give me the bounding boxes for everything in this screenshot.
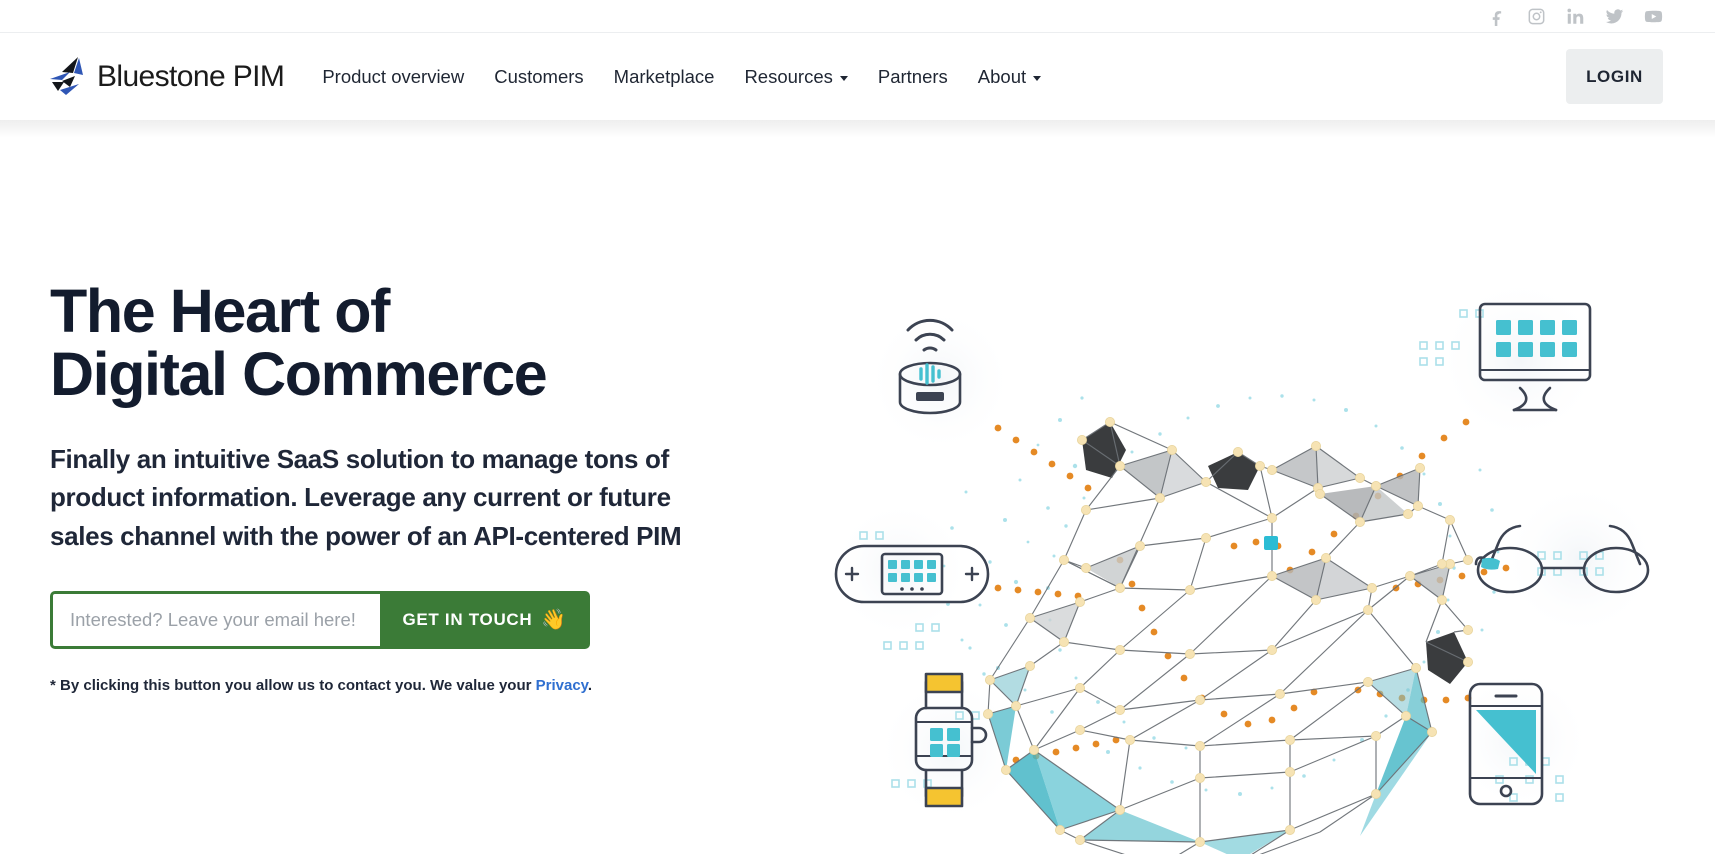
linkedin-icon[interactable] [1566,7,1585,26]
nav-label: About [977,65,1027,87]
chevron-down-icon [1033,75,1042,81]
headline-line-1: The Heart of [50,277,390,345]
social-links [1488,7,1663,26]
hero-section: The Heart of Digital Commerce Finally an… [0,120,1715,854]
nav-item-resources[interactable]: Resources [744,65,848,88]
chevron-down-icon [839,75,848,81]
hero-illustration [820,270,1660,854]
login-button[interactable]: LOGIN [1566,49,1663,104]
youtube-icon[interactable] [1644,7,1663,26]
highlighted-node [1264,536,1278,550]
nav-item-product-overview[interactable]: Product overview [322,66,464,88]
nav-item-marketplace[interactable]: Marketplace [614,66,715,88]
nav-label: Product overview [322,65,465,87]
nav-label: Customers [494,65,584,87]
nav-label: Marketplace [613,65,715,87]
hero-subheading: Finally an intuitive SaaS solution to ma… [50,443,682,551]
email-input[interactable] [53,594,381,647]
nav-label: Resources [744,65,833,87]
disclaimer-suffix: . [587,677,593,695]
nav-item-customers[interactable]: Customers [494,66,583,88]
nav-item-partners[interactable]: Partners [878,66,948,88]
privacy-link[interactable]: Privacy [536,677,588,694]
privacy-disclaimer: * By clicking this button you allow us t… [50,675,610,698]
low-poly-heart [982,416,1474,854]
instagram-icon[interactable] [1527,7,1546,26]
cta-label: GET IN TOUCH [402,610,533,630]
facebook-icon[interactable] [1488,7,1507,26]
logo-text: Bluestone PIM [97,59,285,93]
disclaimer-text: * By clicking this button you allow us t… [50,677,536,695]
bluestone-logo-icon [48,55,94,99]
nav-item-about[interactable]: About [977,65,1042,88]
top-social-bar [0,0,1715,33]
site-header: Bluestone PIM Product overview Customers… [0,33,1715,138]
hero-copy: The Heart of Digital Commerce Finally an… [0,120,790,854]
email-signup-form: GET IN TOUCH 👋 [50,591,590,650]
twitter-icon[interactable] [1605,7,1624,26]
headline-line-2: Digital Commerce [50,340,548,409]
logo[interactable]: Bluestone PIM [48,55,285,99]
main-nav: Product overview Customers Marketplace R… [322,65,1042,88]
nav-label: Partners [877,65,948,87]
get-in-touch-button[interactable]: GET IN TOUCH 👋 [380,594,587,647]
waving-hand-icon: 👋 [541,609,567,632]
page-title: The Heart of Digital Commerce [50,277,790,409]
